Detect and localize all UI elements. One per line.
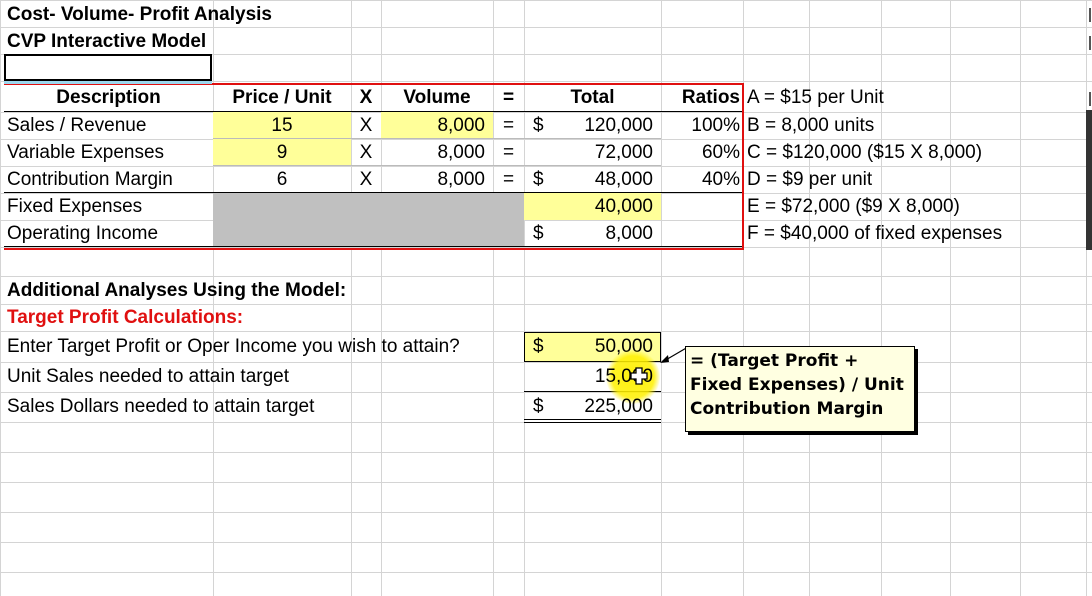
contribution-ratio: 40% <box>701 169 740 190</box>
table-border-bottom <box>4 248 744 250</box>
sales-dollars-underline2 <box>524 422 661 423</box>
header-total: Total <box>570 87 615 108</box>
header-volume: Volume <box>403 87 471 108</box>
note-b: B = 8,000 units <box>747 115 875 136</box>
variable-x: X <box>359 142 373 163</box>
fixed-label: Fixed Expenses <box>7 196 143 217</box>
contribution-price: 6 <box>276 169 288 190</box>
sales-total: 120,000 <box>584 115 653 136</box>
sales-x: X <box>359 115 373 136</box>
operating-total: 8,000 <box>605 223 653 244</box>
variable-label: Variable Expenses <box>7 142 165 163</box>
sales-volume: 8,000 <box>437 115 485 136</box>
operating-label: Operating Income <box>7 223 159 244</box>
note-c: C = $120,000 ($15 X 8,000) <box>747 142 983 163</box>
note-a: A = $15 per Unit <box>747 87 884 108</box>
header-x: X <box>359 87 373 108</box>
sales-dollars-label: Sales Dollars needed to attain target <box>7 396 315 417</box>
target-profit-label: Enter Target Profit or Oper Income you w… <box>7 336 460 357</box>
unit-sales-label: Unit Sales needed to attain target <box>7 366 290 387</box>
analysis-heading: Additional Analyses Using the Model: <box>7 280 347 301</box>
fixed-total: 40,000 <box>594 196 653 217</box>
header-price-unit: Price / Unit <box>232 87 332 108</box>
contribution-label: Contribution Margin <box>7 169 173 190</box>
header-description: Description <box>56 87 161 108</box>
contribution-volume: 8,000 <box>437 169 485 190</box>
note-d: D = $9 per unit <box>747 169 873 190</box>
variable-total: 72,000 <box>594 142 653 163</box>
cell-comment-note[interactable]: = (Target Profit + Fixed Expenses) / Uni… <box>685 346 915 432</box>
sales-price: 15 <box>271 115 293 136</box>
analysis-subheading: Target Profit Calculations: <box>7 307 244 328</box>
note-f: F = $40,000 of fixed expenses <box>747 223 1003 244</box>
variable-volume: 8,000 <box>437 142 485 163</box>
sales-equals: = <box>502 115 515 136</box>
header-equals: = <box>502 87 515 108</box>
comment-line-1: = (Target Profit + <box>690 351 859 371</box>
sheet-subtitle: CVP Interactive Model <box>7 31 207 52</box>
comment-line-3: Contribution Margin <box>690 399 884 419</box>
header-ratios: Ratios <box>681 87 740 108</box>
right-edge-scrollbar[interactable] <box>1082 0 1092 596</box>
comment-line-2: Fixed Expenses) / Unit <box>690 375 904 395</box>
contribution-total: 48,000 <box>594 169 653 190</box>
sales-ratio: 100% <box>691 115 740 136</box>
sales-label: Sales / Revenue <box>7 115 147 136</box>
gray-block-fixed <box>213 193 524 247</box>
active-cell-selection[interactable] <box>4 54 212 81</box>
sales-dollars-value: 225,000 <box>584 396 653 417</box>
variable-equals: = <box>502 142 515 163</box>
note-e: E = $72,000 ($9 X 8,000) <box>747 196 960 217</box>
contribution-x: X <box>359 169 373 190</box>
variable-price: 9 <box>276 142 288 163</box>
contribution-equals: = <box>502 169 515 190</box>
sheet-title: Cost- Volume- Profit Analysis <box>7 4 272 25</box>
cell-cursor-icon <box>630 367 648 385</box>
variable-ratio: 60% <box>701 142 740 163</box>
